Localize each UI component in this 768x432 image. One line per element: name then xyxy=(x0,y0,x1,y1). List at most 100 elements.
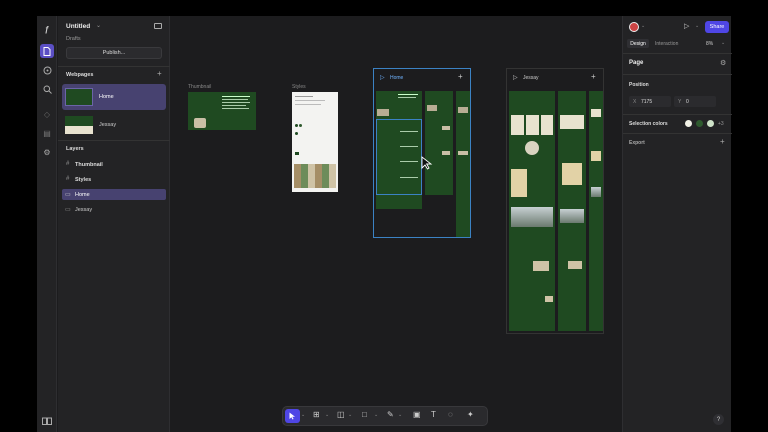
text-line xyxy=(398,94,418,95)
search-icon[interactable] xyxy=(40,82,54,96)
preview-play-icon[interactable]: ▷ xyxy=(684,22,689,30)
chevron-down-icon[interactable]: ⌄ xyxy=(325,412,329,418)
color-swatch[interactable] xyxy=(685,120,692,127)
webpage-item-home[interactable]: Home xyxy=(62,84,166,110)
frame-label-thumbnail[interactable]: Thumbnail xyxy=(188,84,211,90)
publish-button[interactable]: Publish... xyxy=(66,47,162,59)
home-tablet xyxy=(425,91,453,195)
add-breakpoint-icon[interactable]: + xyxy=(591,72,596,81)
text-line xyxy=(222,102,250,103)
chevron-down-icon[interactable]: ⌄ xyxy=(398,412,402,418)
shape-tool-icon[interactable]: □ xyxy=(362,410,367,419)
webpage-label: Home xyxy=(99,94,114,100)
text-line xyxy=(295,104,321,105)
ai-tool-icon[interactable]: ✦ xyxy=(467,410,474,419)
text-line xyxy=(400,146,418,147)
help-book-icon[interactable] xyxy=(40,414,54,428)
image-placeholder xyxy=(560,115,584,129)
thumbnail-frame[interactable] xyxy=(188,92,256,130)
color-swatch[interactable] xyxy=(696,120,703,127)
add-page-icon[interactable]: + xyxy=(157,69,162,78)
comment-tool-icon[interactable]: ◌ xyxy=(448,410,453,419)
jessay-frame[interactable]: ▷ Jessay + xyxy=(506,68,604,334)
play-icon[interactable]: ▷ xyxy=(380,74,385,81)
swatch xyxy=(295,124,298,127)
frame-icon: # xyxy=(66,176,70,182)
selection-colors-title: Selection colors xyxy=(629,121,668,127)
cms-icon[interactable]: ▤ xyxy=(40,126,54,140)
page-icon: ▭ xyxy=(65,192,71,198)
chevron-down-icon[interactable]: ⌄ xyxy=(96,22,101,29)
share-button[interactable]: Share xyxy=(705,21,729,33)
home-desktop xyxy=(376,91,422,209)
components-icon[interactable]: ◇ xyxy=(40,107,54,121)
page-icon: ▭ xyxy=(65,207,71,213)
image-placeholder xyxy=(525,141,539,155)
webpage-label: Jessay xyxy=(99,122,117,128)
add-export-icon[interactable]: + xyxy=(720,137,725,146)
image-placeholder xyxy=(458,107,468,113)
gear-icon[interactable]: ⚙ xyxy=(720,59,726,67)
layer-label: Thumbnail xyxy=(75,162,103,168)
chevron-down-icon[interactable]: ⌄ xyxy=(374,412,378,418)
image-placeholder xyxy=(562,163,582,185)
frame-label-styles[interactable]: Styles xyxy=(292,84,306,90)
text-line xyxy=(295,100,325,101)
image-tool-icon[interactable]: ▣ xyxy=(413,410,421,419)
frame-label-home[interactable]: Home xyxy=(390,75,403,81)
select-tool-icon[interactable] xyxy=(285,409,300,423)
right-panel: ⌄ ▷ ⌄ Share Design Interaction 8% ⌄ Page… xyxy=(622,16,732,432)
position-title: Position xyxy=(629,82,649,88)
chevron-down-icon[interactable]: ⌄ xyxy=(695,23,699,29)
help-button[interactable]: ? xyxy=(713,414,724,425)
text-line xyxy=(295,96,313,97)
layer-item-home[interactable]: ▭ Home xyxy=(62,189,166,200)
selection-colors-more[interactable]: +3 xyxy=(718,121,724,127)
webpage-item-jessay[interactable]: Jessay xyxy=(62,112,166,138)
frame-label-jessay[interactable]: Jessay xyxy=(523,75,539,81)
page-thumbnail xyxy=(65,88,93,106)
logo-icon[interactable]: ƒ xyxy=(40,22,54,36)
color-swatch[interactable] xyxy=(707,120,714,127)
add-breakpoint-icon[interactable]: + xyxy=(458,72,463,81)
text-line xyxy=(222,96,250,97)
x-field[interactable]: X 7175 xyxy=(629,96,671,107)
settings-icon[interactable]: ⚙ xyxy=(40,145,54,159)
chevron-down-icon[interactable]: ⌄ xyxy=(641,23,645,29)
y-field[interactable]: Y 0 xyxy=(674,96,716,107)
layer-label: Jessay xyxy=(75,207,93,213)
jessay-mobile xyxy=(589,91,603,331)
styles-frame[interactable] xyxy=(292,92,338,192)
avatar[interactable] xyxy=(629,22,639,32)
chevron-down-icon[interactable]: ⌄ xyxy=(348,412,352,418)
home-frame-selection[interactable]: ▷ Home + xyxy=(373,68,471,238)
chevron-down-icon[interactable]: ⌄ xyxy=(721,40,725,46)
text-tool-icon[interactable]: T xyxy=(431,410,436,419)
image-placeholder xyxy=(377,109,389,116)
frame-tool-icon[interactable]: ⊞ xyxy=(313,410,320,419)
image-placeholder xyxy=(533,261,549,271)
tab-interaction[interactable]: Interaction xyxy=(655,41,678,47)
pages-icon[interactable] xyxy=(40,44,54,58)
layer-item-thumbnail[interactable]: # Thumbnail xyxy=(62,159,166,170)
component-tool-icon[interactable]: ◫ xyxy=(337,410,345,419)
project-location: Drafts xyxy=(66,36,81,42)
layers-heading: Layers xyxy=(66,146,84,152)
image-placeholder xyxy=(591,109,601,117)
chevron-down-icon[interactable]: ⌄ xyxy=(301,412,305,418)
canvas[interactable]: Thumbnail Styles ▷ Home + ▷ Jessay + ⌄ ⊞… xyxy=(170,16,622,432)
landscape-image xyxy=(511,207,553,227)
pen-tool-icon[interactable]: ✎ xyxy=(387,410,394,419)
zoom-level[interactable]: 8% xyxy=(706,41,713,47)
tab-design[interactable]: Design xyxy=(627,39,649,48)
layer-item-styles[interactable]: # Styles xyxy=(62,174,166,185)
play-icon[interactable]: ▷ xyxy=(513,74,518,81)
home-mobile xyxy=(456,91,470,237)
sidebar-toggle-icon[interactable] xyxy=(154,23,162,29)
assets-icon[interactable] xyxy=(40,63,54,77)
divider xyxy=(623,133,732,134)
project-title[interactable]: Untitled xyxy=(66,23,90,30)
layer-item-jessay[interactable]: ▭ Jessay xyxy=(62,204,166,215)
text-line xyxy=(222,99,248,100)
text-line xyxy=(222,108,249,109)
